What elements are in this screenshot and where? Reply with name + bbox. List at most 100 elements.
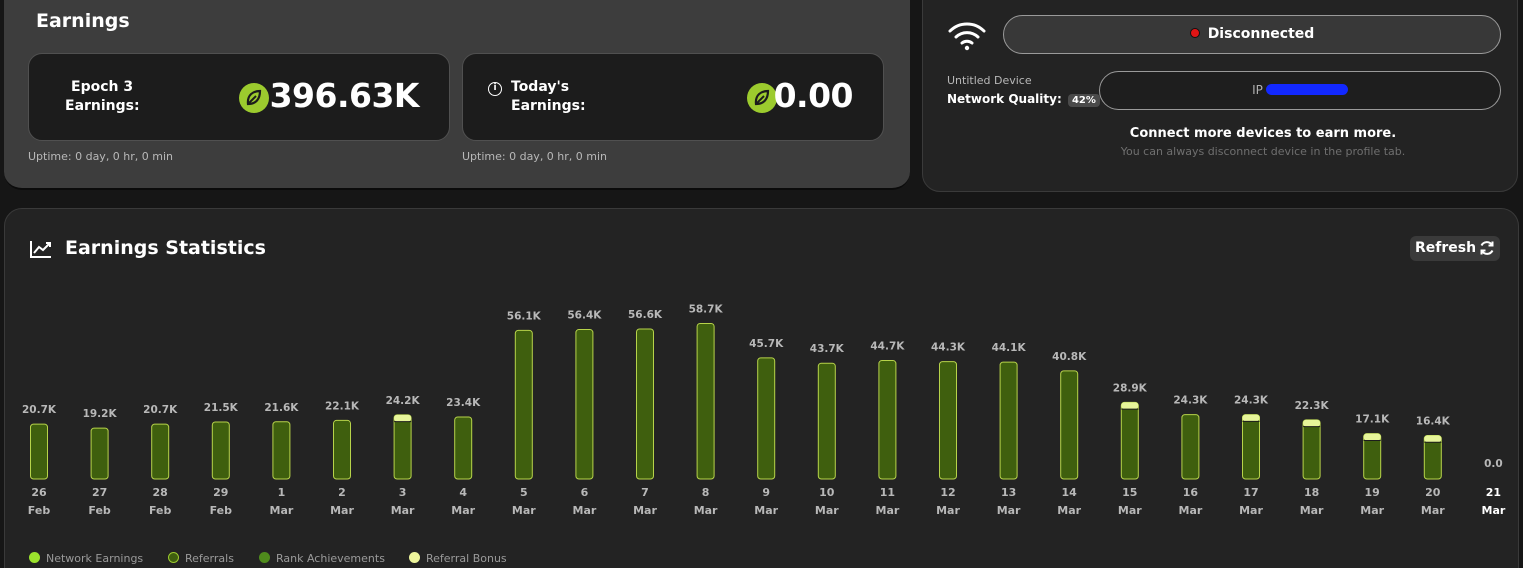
legend-referrals[interactable]: Referrals	[168, 552, 234, 565]
device-panel: Disconnected Untitled Device Network Qua…	[922, 0, 1518, 192]
x-tick-day: 26	[31, 486, 47, 499]
bar-value-label: 44.1K	[992, 342, 1027, 354]
epoch-earnings-card: Epoch 3 Earnings: 396.63K	[28, 53, 450, 141]
bar[interactable]	[1120, 401, 1139, 480]
ip-redaction	[1265, 84, 1348, 95]
bar[interactable]	[454, 416, 473, 480]
bar[interactable]	[999, 361, 1018, 480]
x-tick-month: Mar	[1118, 504, 1142, 517]
bar-bonus-segment[interactable]	[394, 414, 412, 422]
bar[interactable]	[817, 362, 836, 480]
bar[interactable]	[1302, 419, 1321, 480]
legend-network-earnings[interactable]: Network Earnings	[29, 552, 143, 565]
bar-value-label: 28.9K	[1113, 382, 1148, 394]
earnings-statistics-panel: Earnings Statistics Refresh 20.7K 26 Feb 19…	[4, 208, 1519, 568]
legend-rank-achievements[interactable]: Rank Achievements	[259, 552, 385, 565]
x-tick-month: Mar	[1057, 504, 1081, 517]
info-icon[interactable]: i	[488, 82, 502, 96]
bar[interactable]	[30, 423, 48, 480]
x-tick-month: Feb	[88, 504, 111, 517]
leaf-icon	[747, 83, 777, 113]
x-tick-month: Feb	[28, 504, 51, 517]
bar-value-label: 0.0	[1484, 458, 1503, 470]
epoch-uptime: Uptime: 0 day, 0 hr, 0 min	[28, 150, 174, 163]
x-tick-day: 19	[1365, 486, 1380, 499]
today-label-line2: Earnings:	[511, 98, 586, 114]
bar-value-label: 21.6K	[264, 402, 299, 414]
x-tick-month: Mar	[694, 504, 718, 517]
x-tick-month: Mar	[391, 504, 415, 517]
x-tick-month: Mar	[754, 504, 778, 517]
bar[interactable]	[151, 423, 170, 480]
today-earnings-label: Today's Earnings:	[511, 78, 586, 116]
bar[interactable]	[757, 357, 776, 480]
bar[interactable]	[696, 322, 715, 480]
x-tick-month: Mar	[1421, 504, 1445, 517]
x-tick-day: 20	[1425, 486, 1441, 499]
disconnect-hint-text: You can always disconnect device in the …	[1120, 145, 1406, 158]
today-label-line1: Today's	[511, 79, 570, 95]
network-quality-badge: 42%	[1067, 94, 1100, 107]
bar-bonus-segment[interactable]	[1121, 402, 1139, 410]
x-tick-day: 13	[1001, 486, 1016, 499]
today-earnings-card: i Today's Earnings: 0.00	[462, 53, 884, 141]
bar[interactable]	[272, 421, 291, 480]
bar-value-label: 23.4K	[446, 397, 481, 409]
x-tick-day: 2	[338, 486, 346, 499]
bar-value-label: 56.4K	[567, 310, 602, 322]
bar-value-label: 16.4K	[1416, 416, 1451, 428]
epoch-earnings-value: 396.63K	[269, 76, 420, 115]
legend-referral-bonus[interactable]: Referral Bonus	[409, 552, 507, 565]
bar[interactable]	[575, 329, 594, 480]
bar-bonus-segment[interactable]	[1424, 435, 1442, 443]
device-name: Untitled Device	[947, 74, 1032, 87]
bar[interactable]	[636, 328, 654, 480]
x-tick-day: 3	[399, 486, 407, 499]
x-tick-day: 7	[641, 486, 649, 499]
x-tick-month: Mar	[1179, 504, 1203, 517]
bar-value-label: 19.2K	[83, 408, 118, 420]
connection-status-button[interactable]: Disconnected	[1003, 15, 1501, 54]
bar[interactable]	[939, 361, 957, 480]
x-tick-month: Mar	[1239, 504, 1263, 517]
ip-address-field[interactable]: IP	[1099, 71, 1501, 110]
bar[interactable]	[333, 419, 351, 480]
bar[interactable]	[393, 414, 412, 480]
legend-label: Referrals	[185, 552, 234, 565]
bar[interactable]	[211, 421, 230, 480]
bar[interactable]	[878, 360, 897, 480]
bar-bonus-segment[interactable]	[1303, 419, 1321, 427]
bar-bonus-segment[interactable]	[1363, 433, 1381, 441]
x-tick-day: 9	[762, 486, 770, 499]
epoch-earnings-label: Epoch 3 Earnings:	[65, 78, 140, 116]
bar[interactable]	[514, 329, 533, 480]
legend-label: Referral Bonus	[426, 552, 507, 565]
bar-bonus-segment[interactable]	[1242, 414, 1260, 422]
bar[interactable]	[1060, 370, 1079, 480]
x-tick-month: Feb	[210, 504, 233, 517]
x-tick-month: Mar	[815, 504, 839, 517]
epoch-label-line1: Epoch 3	[71, 79, 134, 95]
ip-label: IP	[1252, 83, 1263, 97]
legend-label: Rank Achievements	[276, 552, 385, 565]
x-tick-month: Mar	[1360, 504, 1384, 517]
bar[interactable]	[1181, 414, 1200, 480]
x-tick-day: 21	[1486, 486, 1501, 499]
x-tick-day: 6	[581, 486, 589, 499]
legend-dot-icon	[168, 552, 179, 563]
bar-value-label: 43.7K	[810, 343, 845, 355]
x-tick-month: Feb	[149, 504, 172, 517]
bar-value-label: 20.7K	[143, 404, 178, 416]
legend-label: Network Earnings	[46, 552, 144, 565]
earnings-title: Earnings	[36, 10, 130, 32]
x-tick-month: Mar	[270, 504, 294, 517]
x-tick-month: Mar	[876, 504, 900, 517]
earnings-bar-chart: 20.7K26Feb19.2K27Feb20.7K28Feb21.5K29Feb…	[22, 303, 1506, 517]
connect-more-text: Connect more devices to earn more.	[1129, 126, 1397, 141]
x-tick-month: Mar	[633, 504, 657, 517]
bar[interactable]	[1242, 414, 1260, 480]
bar-value-label: 44.7K	[870, 341, 905, 353]
bar[interactable]	[90, 427, 109, 480]
x-tick-month: Mar	[330, 504, 354, 517]
earnings-panel: Earnings Epoch 3 Earnings: 396.63K Uptim…	[4, 0, 910, 190]
